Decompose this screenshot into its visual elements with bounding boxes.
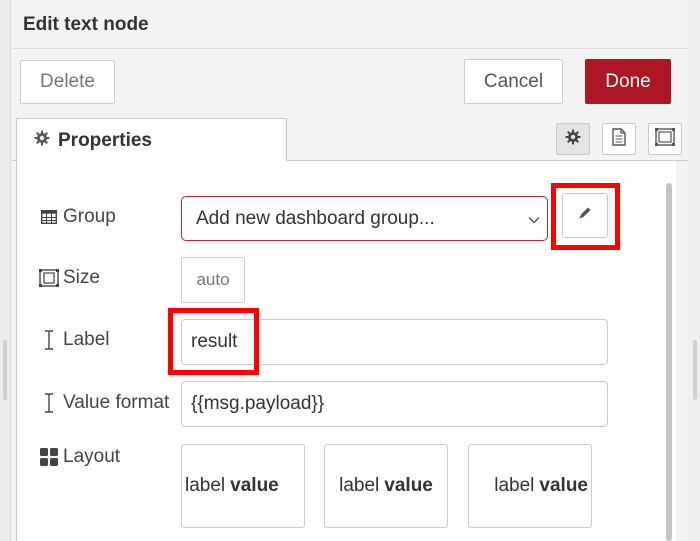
layout-option-center[interactable]: label value [324,444,448,528]
value-format-row-label: Value format [39,392,169,414]
resize-grip[interactable] [693,340,697,400]
layout-label: Layout [63,446,121,467]
properties-content: Group Add new dashboard group... Size au… [16,161,676,541]
edit-dialog: Edit text node Delete Cancel Done Proper… [12,0,688,541]
description-view-button[interactable] [602,123,636,155]
resize-icon [39,269,59,287]
tab-bar: Properties [12,113,688,162]
grid-icon [39,448,59,466]
chevron-down-icon [527,211,541,233]
appearance-view-button[interactable] [648,123,682,155]
highlight-box [168,308,259,375]
group-selected-value: Add new dashboard group... [196,207,435,229]
layout-option-right[interactable]: label value [468,444,592,528]
layout-option-label-text: label [339,475,380,496]
gear-icon [34,130,50,151]
gear-icon [565,129,581,150]
tab-properties[interactable]: Properties [16,118,287,162]
resize-grip[interactable] [3,340,7,400]
size-label: Size [63,267,100,288]
group-label: Group [63,206,116,227]
dialog-header: Edit text node [12,0,688,49]
node-frame-icon [655,127,675,151]
value-format-label: Value format [63,392,170,413]
size-row-label: Size [39,267,100,289]
value-format-input[interactable]: {{msg.payload}} [181,381,608,427]
left-edge-strip [0,0,11,541]
layout-option-value-text: value [230,475,279,496]
done-button[interactable]: Done [585,59,671,104]
size-button[interactable]: auto [181,257,245,303]
highlight-box [551,183,620,250]
group-select[interactable]: Add new dashboard group... [181,196,548,241]
text-cursor-icon [39,330,59,350]
layout-option-value-text: value [539,475,588,496]
right-edge-strip [688,0,700,541]
layout-row-label: Layout [39,446,120,468]
text-cursor-icon [39,393,59,413]
label-row-label: Label [39,329,110,351]
properties-view-button[interactable] [556,123,590,155]
cancel-button[interactable]: Cancel [464,59,563,104]
label-field-label: Label [63,329,110,350]
table-icon [39,210,59,224]
group-row-label: Group [39,206,116,228]
layout-option-label-text: label [494,475,535,496]
tab-properties-label: Properties [58,129,152,151]
layout-option-value-text: value [384,475,433,496]
layout-option-left[interactable]: label value [181,444,305,528]
delete-button[interactable]: Delete [20,60,115,104]
document-icon [612,127,626,151]
layout-option-label-text: label [185,475,226,496]
dialog-title: Edit text node [23,14,149,35]
scrollbar[interactable] [666,183,672,541]
